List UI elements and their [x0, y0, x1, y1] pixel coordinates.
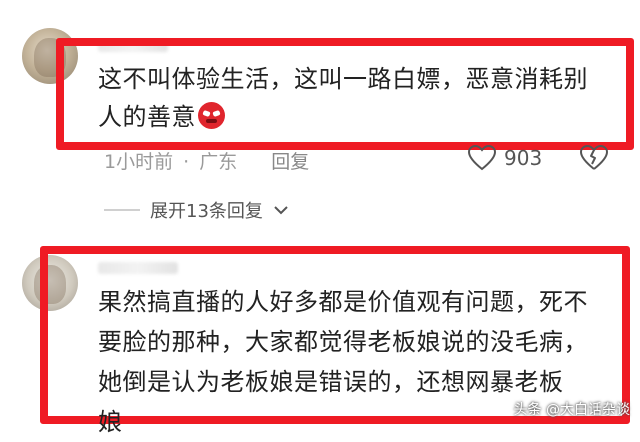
divider-line: [104, 209, 140, 211]
comment-line: 果然搞直播的人好多都是价值观有问题，死不: [98, 288, 588, 316]
timestamp: 1小时前: [104, 151, 174, 173]
angry-face-icon: [198, 102, 225, 129]
like-button[interactable]: 903: [468, 145, 542, 171]
location: 广东: [199, 151, 238, 173]
expand-replies-label: 展开13条回复: [150, 201, 263, 222]
comment-text: 这不叫体验生活，这叫一路白嫖，恶意消耗别 人的善意: [98, 60, 588, 136]
separator: ·: [183, 151, 190, 173]
comment-line: 这不叫体验生活，这叫一路白嫖，恶意消耗别: [98, 65, 588, 93]
reply-button[interactable]: 回复: [271, 151, 309, 173]
comment-line: 人的善意: [98, 98, 588, 136]
broken-heart-icon: [580, 145, 608, 170]
expand-replies-button[interactable]: 展开13条回复: [104, 197, 289, 223]
comment-meta: 1小时前 · 广东 回复: [104, 147, 309, 174]
like-count: 903: [504, 146, 543, 170]
comment-line: 要脸的那种，大家都觉得老板娘说的没毛病，: [98, 328, 588, 356]
comment-line: 她倒是认为老板娘是错误的，还想网暴老板: [98, 368, 564, 396]
dislike-button[interactable]: [580, 145, 608, 175]
chevron-down-icon: [274, 206, 288, 215]
watermark: 头条 @大白话杂谈: [513, 402, 630, 418]
heart-icon: [468, 145, 496, 171]
